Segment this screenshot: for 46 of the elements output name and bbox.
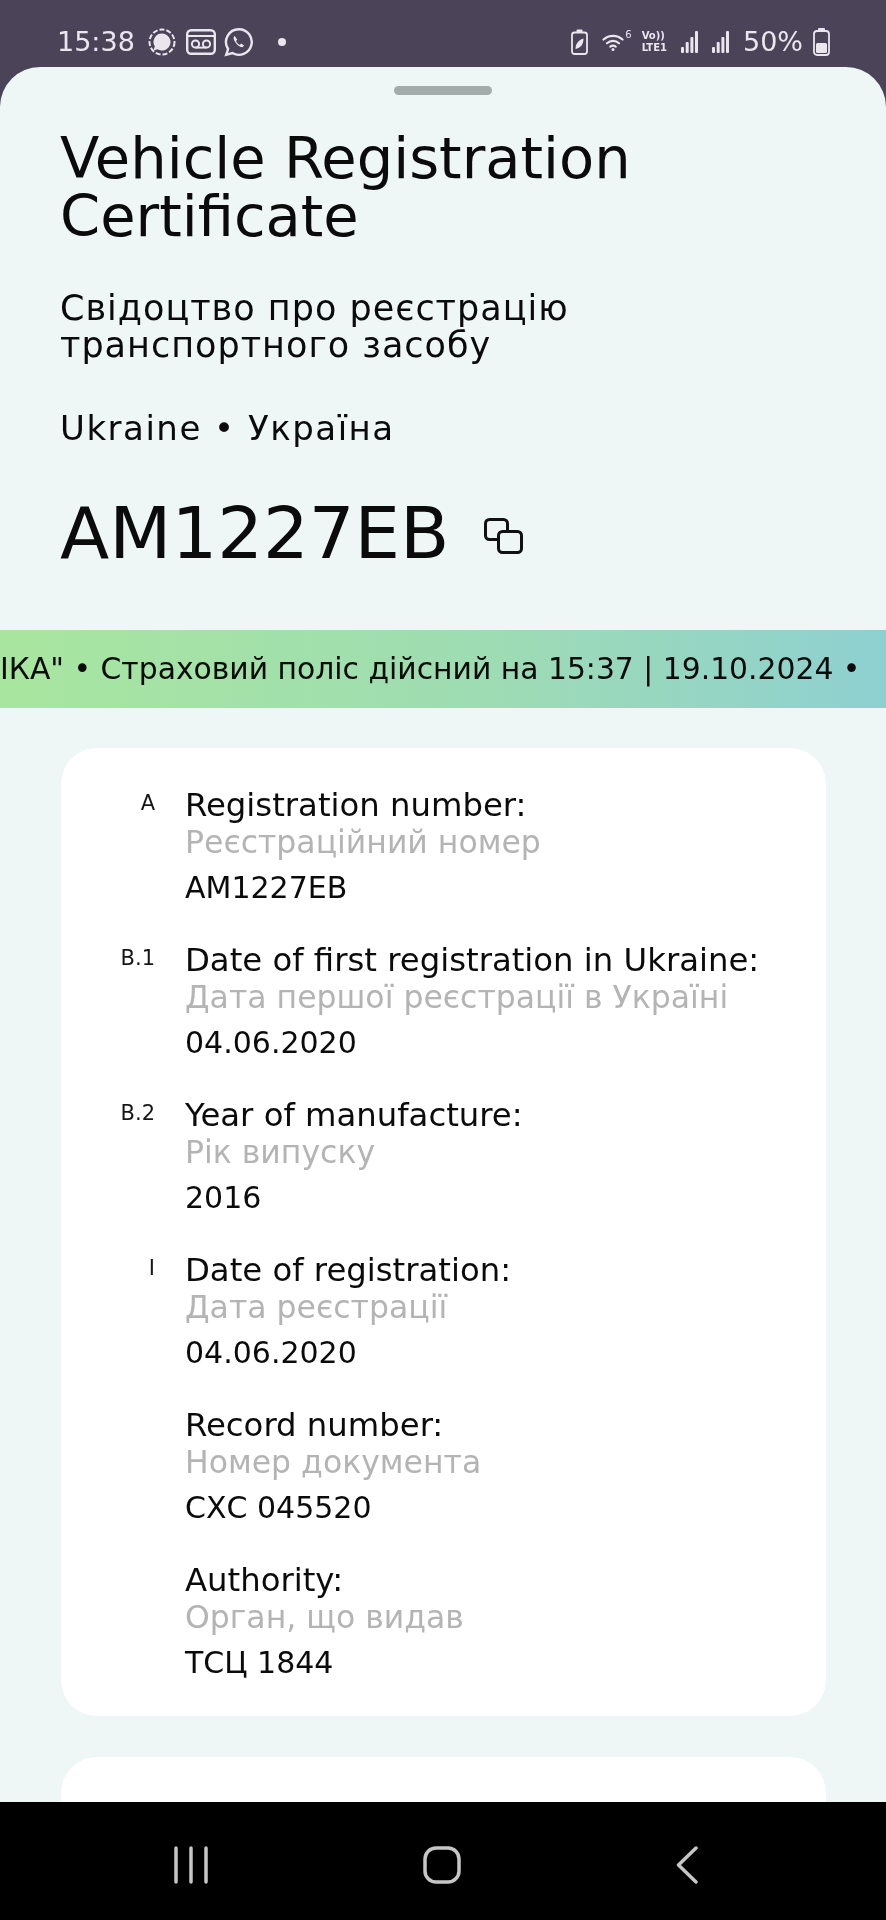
plate-number: AM1227EB [60, 493, 450, 573]
document-subtitle: Свідоцтво про реєстрацію транспортного засобу [60, 290, 570, 364]
battery-icon [813, 28, 830, 56]
network-label: LTE1 [641, 42, 667, 54]
home-icon[interactable] [423, 1846, 461, 1884]
wifi-icon [602, 33, 625, 51]
field-value: СХС 045520 [185, 1489, 372, 1526]
field-label-translation: Рік випуску [185, 1134, 376, 1171]
field-value: 2016 [185, 1179, 262, 1216]
field-code: A [140, 790, 155, 816]
field-label: Year of manufacture: [185, 1097, 523, 1134]
field-label-translation: Дата першої реєстрації в Україні [185, 979, 729, 1016]
field-code: B.1 [120, 945, 155, 971]
signal-icon [681, 31, 698, 53]
battery-leaf-icon [571, 29, 589, 55]
field-value: 04.06.2020 [185, 1334, 357, 1371]
field-label: Authority: [185, 1562, 343, 1599]
field-label: Record number: [185, 1407, 444, 1444]
voicemail-icon [185, 29, 216, 55]
notification-dot-icon [277, 38, 286, 46]
field-label-translation: Номер документа [185, 1444, 482, 1481]
field-label-translation: Орган, що видав [185, 1599, 464, 1636]
document-title: Vehicle Registration Certificate [60, 130, 632, 246]
network-label: Vo)) [641, 30, 666, 42]
back-icon[interactable] [676, 1846, 698, 1884]
phone-bubble-icon [223, 27, 254, 57]
field-code: I [148, 1255, 155, 1281]
drag-handle[interactable] [394, 86, 492, 95]
field-label: Date of registration: [185, 1252, 512, 1289]
field-code: B.2 [120, 1100, 155, 1126]
status-time: 15:38 [57, 26, 135, 58]
recent-apps-icon[interactable] [174, 1846, 208, 1884]
signal-icon [712, 31, 729, 53]
field-label-translation: Реєстраційний номер [185, 824, 541, 861]
field-value: AM1227EB [185, 869, 348, 906]
field-label: Date of first registration in Ukraine: [185, 942, 760, 979]
battery-percent: 50% [743, 26, 803, 58]
country-label: Ukraine • Україна [60, 409, 395, 447]
field-label: Registration number: [185, 787, 527, 824]
field-label-translation: Дата реєстрації [185, 1289, 448, 1326]
field-value: 04.06.2020 [185, 1024, 357, 1061]
copy-icon[interactable] [483, 518, 523, 554]
field-value: ТСЦ 1844 [185, 1644, 334, 1681]
wifi-label: 6 [625, 29, 632, 40]
ticker-text: ІКА" • Страховий поліс дійсний на 15:37 | 19.10.2024 • [0, 651, 861, 687]
chat-bubble-icon [147, 28, 176, 56]
